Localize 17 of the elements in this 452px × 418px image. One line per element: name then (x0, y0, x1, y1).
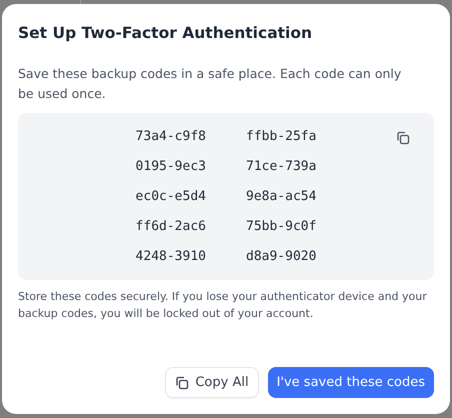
backup-code: 71ce-739a (246, 158, 316, 176)
backup-code: ec0c-e5d4 (136, 188, 206, 206)
warning-text: Store these codes securely. If you lose your authenticator device and your backup codes, you will be locked out of your account. (18, 289, 428, 322)
copy-all-button[interactable]: Copy All (165, 367, 259, 398)
backup-code: 73a4-c9f8 (136, 128, 206, 146)
backup-code: d8a9-9020 (246, 248, 316, 266)
confirm-button[interactable]: I've saved these codes (268, 367, 434, 398)
backup-code: 9e8a-ac54 (246, 188, 316, 206)
backup-code: 0195-9ec3 (136, 158, 206, 176)
backup-code: 4248-3910 (136, 248, 206, 266)
backup-code: ffbb-25fa (246, 128, 316, 146)
description: Save these backup codes in a safe place. Each code can only be used once. (18, 65, 402, 103)
copy-icon (175, 376, 190, 390)
backup-code: 75bb-9c0f (246, 218, 316, 236)
backup-code: ff6d-2ac6 (136, 218, 206, 236)
dialog-title: Set Up Two-Factor Authentication (18, 24, 314, 42)
copy-icon[interactable] (396, 131, 410, 145)
